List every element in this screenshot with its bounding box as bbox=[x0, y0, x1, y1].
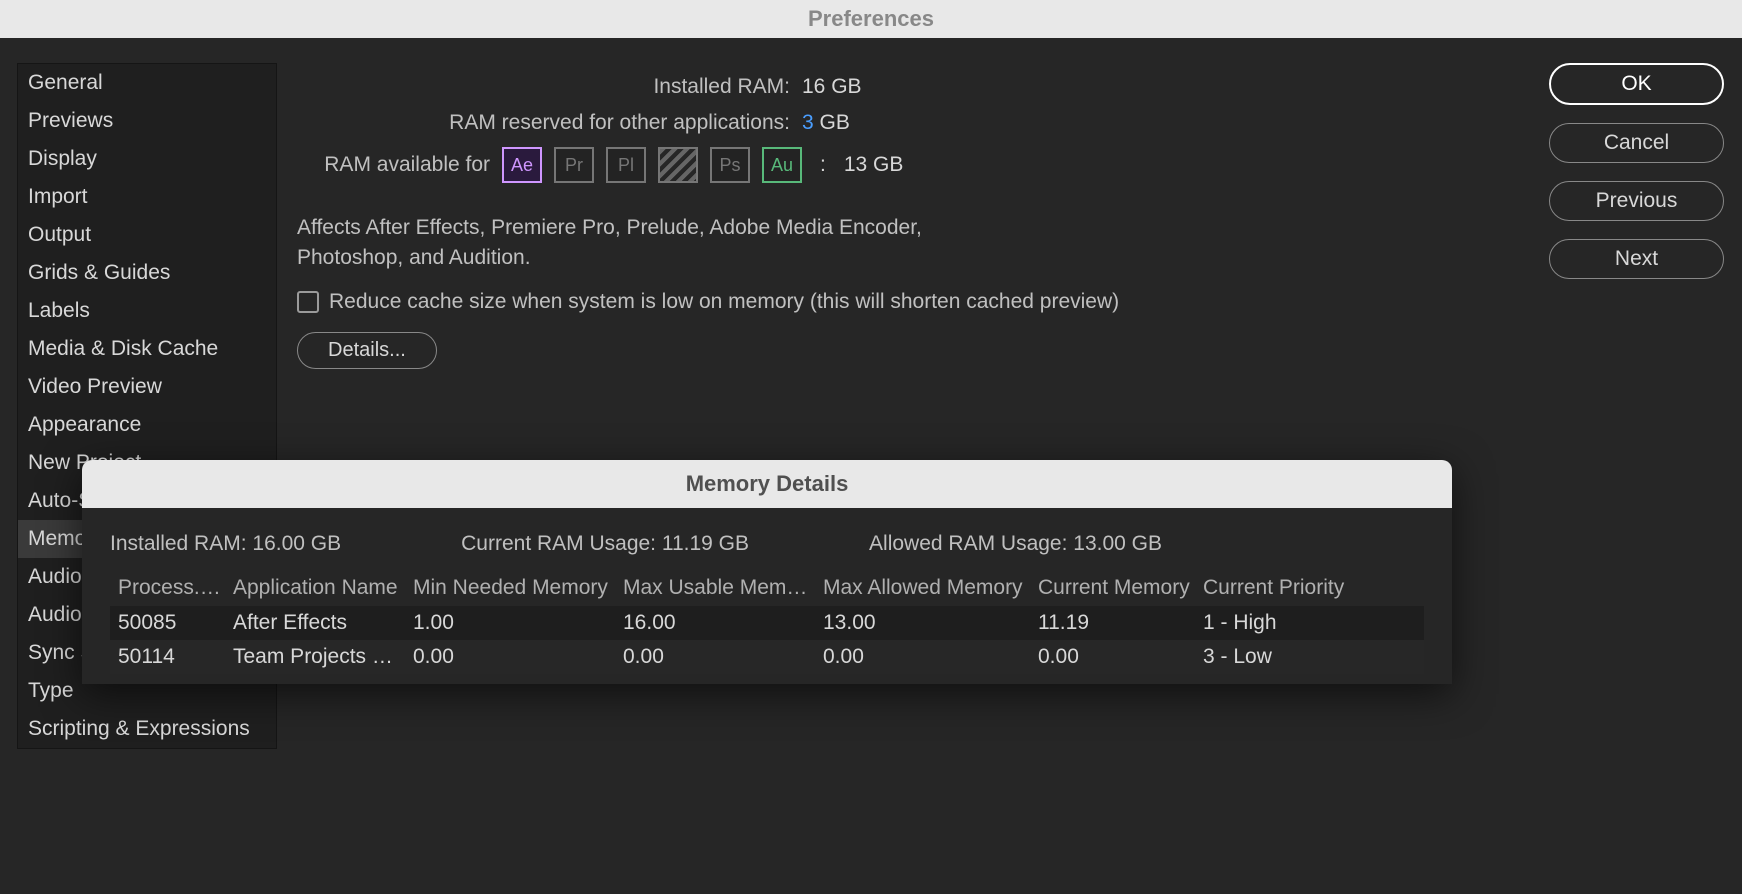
cell: 3 - Low bbox=[1203, 645, 1403, 669]
reduce-cache-label: Reduce cache size when system is low on … bbox=[329, 290, 1119, 314]
cell: 50085 bbox=[118, 611, 233, 635]
col-process-id[interactable]: Process...↑ bbox=[118, 576, 233, 600]
col-max-usable[interactable]: Max Usable Memory bbox=[623, 576, 823, 600]
cell: 13.00 bbox=[823, 611, 1038, 635]
sidebar-item-output[interactable]: Output bbox=[18, 216, 276, 254]
photoshop-icon: Ps bbox=[710, 147, 750, 183]
sidebar-item-grids-guides[interactable]: Grids & Guides bbox=[18, 254, 276, 292]
memory-details-title: Memory Details bbox=[82, 460, 1452, 508]
cell: 0.00 bbox=[1038, 645, 1203, 669]
stat-installed-ram: Installed RAM: 16.00 GB bbox=[110, 532, 341, 556]
table-row[interactable]: 50085After Effects1.0016.0013.0011.191 -… bbox=[110, 606, 1424, 640]
sidebar-item-labels[interactable]: Labels bbox=[18, 292, 276, 330]
sidebar-item-import[interactable]: Import bbox=[18, 178, 276, 216]
table-row[interactable]: 50114Team Projects Lo...0.000.000.000.00… bbox=[110, 640, 1424, 674]
col-min-needed[interactable]: Min Needed Memory bbox=[413, 576, 623, 600]
col-application-name[interactable]: Application Name bbox=[233, 576, 413, 600]
sidebar-item-appearance[interactable]: Appearance bbox=[18, 406, 276, 444]
ok-button[interactable]: OK bbox=[1549, 63, 1724, 105]
reserved-ram-label: RAM reserved for other applications: bbox=[297, 111, 802, 135]
installed-ram-value: 16 GB bbox=[802, 75, 862, 99]
sidebar-item-scripting-expressions[interactable]: Scripting & Expressions bbox=[18, 710, 276, 748]
stat-allowed-usage: Allowed RAM Usage: 13.00 GB bbox=[869, 532, 1162, 556]
cell: 0.00 bbox=[413, 645, 623, 669]
sidebar-item-media-disk-cache[interactable]: Media & Disk Cache bbox=[18, 330, 276, 368]
cell: 0.00 bbox=[823, 645, 1038, 669]
previous-button[interactable]: Previous bbox=[1549, 181, 1724, 221]
next-button[interactable]: Next bbox=[1549, 239, 1724, 279]
available-ram-value: 13 GB bbox=[844, 153, 904, 177]
cell: After Effects bbox=[233, 611, 413, 635]
sidebar-item-previews[interactable]: Previews bbox=[18, 102, 276, 140]
details-button[interactable]: Details... bbox=[297, 332, 437, 369]
sidebar-item-general[interactable]: General bbox=[18, 64, 276, 102]
prelude-icon: Pl bbox=[606, 147, 646, 183]
dialog-buttons: OK Cancel Previous Next bbox=[1549, 63, 1724, 749]
available-ram-label: RAM available for bbox=[297, 153, 502, 177]
installed-ram-label: Installed RAM: bbox=[297, 75, 802, 99]
cell: 16.00 bbox=[623, 611, 823, 635]
sidebar-item-display[interactable]: Display bbox=[18, 140, 276, 178]
reserved-ram-input[interactable]: 3 bbox=[802, 111, 814, 134]
cell: 11.19 bbox=[1038, 611, 1203, 635]
cell: 1 - High bbox=[1203, 611, 1403, 635]
cancel-button[interactable]: Cancel bbox=[1549, 123, 1724, 163]
cell: 50114 bbox=[118, 645, 233, 669]
window-titlebar: Preferences bbox=[0, 0, 1742, 38]
available-colon: : bbox=[820, 153, 826, 177]
stat-current-usage: Current RAM Usage: 11.19 GB bbox=[461, 532, 749, 556]
memory-details-table: Process...↑ Application Name Min Needed … bbox=[110, 570, 1424, 674]
audition-icon: Au bbox=[762, 147, 802, 183]
col-max-allowed[interactable]: Max Allowed Memory bbox=[823, 576, 1038, 600]
col-current-memory[interactable]: Current Memory bbox=[1038, 576, 1203, 600]
memory-details-dialog: Memory Details Installed RAM: 16.00 GB C… bbox=[82, 460, 1452, 684]
media-encoder-icon bbox=[658, 147, 698, 183]
reserved-ram-unit: GB bbox=[820, 111, 850, 134]
after-effects-icon: Ae bbox=[502, 147, 542, 183]
cell: 1.00 bbox=[413, 611, 623, 635]
window-title: Preferences bbox=[808, 6, 934, 32]
cell: 0.00 bbox=[623, 645, 823, 669]
reduce-cache-checkbox[interactable] bbox=[297, 291, 319, 313]
premiere-pro-icon: Pr bbox=[554, 147, 594, 183]
affects-description: Affects After Effects, Premiere Pro, Pre… bbox=[297, 213, 1519, 274]
col-current-priority[interactable]: Current Priority bbox=[1203, 576, 1403, 600]
app-icon-row: Ae Pr Pl Ps Au : 13 GB bbox=[502, 147, 903, 183]
sidebar-item-video-preview[interactable]: Video Preview bbox=[18, 368, 276, 406]
cell: Team Projects Lo... bbox=[233, 645, 413, 669]
